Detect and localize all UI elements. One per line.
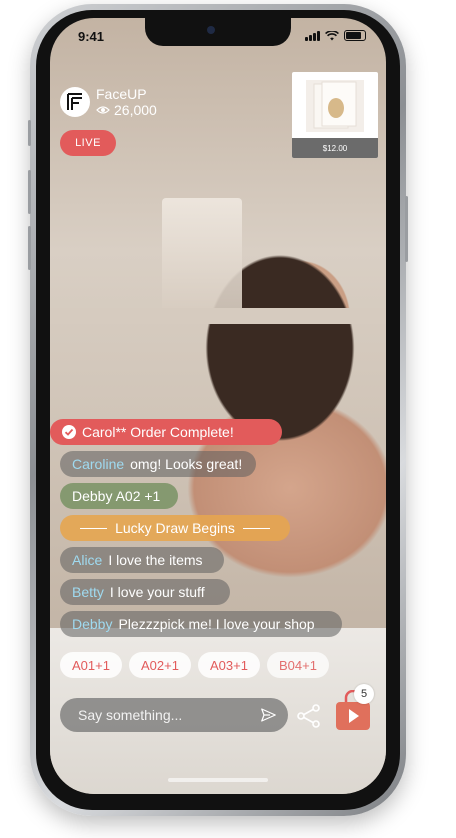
lucky-line-left bbox=[80, 527, 108, 529]
chat-message-text: omg! Looks great! bbox=[130, 456, 243, 472]
channel-logo[interactable] bbox=[60, 87, 90, 117]
wifi-icon bbox=[325, 30, 339, 40]
live-stream-screen: 9:41 FaceUP 26,000 LIVE $12.00 Carol** O… bbox=[50, 18, 386, 794]
status-time: 9:41 bbox=[78, 29, 105, 44]
cart-count-badge: 5 bbox=[354, 684, 374, 704]
channel-header[interactable]: FaceUP 26,000 bbox=[60, 86, 157, 118]
notch bbox=[145, 18, 291, 46]
chat-message-text: Plezzzpick me! I love your shop bbox=[118, 616, 315, 632]
background-shelf bbox=[50, 308, 386, 324]
quick-reply-b04[interactable]: B04+1 bbox=[267, 652, 329, 678]
lucky-line-right bbox=[242, 527, 270, 529]
chat-message-text: Debby A02 +1 bbox=[72, 488, 161, 504]
chat-order-notice: Carol** Order Complete! bbox=[50, 419, 282, 445]
chat-message-text: Carol** Order Complete! bbox=[82, 424, 234, 440]
chat-input[interactable] bbox=[76, 706, 261, 724]
chat-message: Caroline omg! Looks great! bbox=[60, 451, 256, 477]
chat-composer[interactable] bbox=[60, 698, 288, 732]
send-icon[interactable] bbox=[261, 706, 276, 724]
chat-username: Alice bbox=[72, 552, 103, 568]
quick-reply-a02[interactable]: A02+1 bbox=[129, 652, 191, 678]
side-button-volume-down bbox=[28, 226, 31, 270]
quick-reply-a03[interactable]: A03+1 bbox=[198, 652, 260, 678]
front-camera bbox=[207, 26, 215, 34]
chat-message: Alice I love the items bbox=[60, 547, 224, 573]
side-button-volume-up bbox=[28, 170, 31, 214]
faceup-logo-icon bbox=[67, 93, 82, 110]
product-price: $12.00 bbox=[292, 138, 378, 158]
chat-message-highlight: Debby A02 +1 bbox=[60, 483, 178, 509]
battery-icon bbox=[344, 30, 366, 41]
side-button-silent bbox=[28, 120, 31, 146]
lucky-draw-banner: Lucky Draw Begins bbox=[60, 515, 290, 541]
chat-message: Debby Plezzzpick me! I love your shop bbox=[60, 611, 342, 637]
chat-message-text: I love the items bbox=[108, 552, 203, 568]
chat-username: Caroline bbox=[72, 456, 125, 472]
lucky-draw-text: Lucky Draw Begins bbox=[115, 520, 235, 536]
home-indicator[interactable] bbox=[168, 778, 268, 782]
channel-name: FaceUP bbox=[96, 86, 147, 102]
chat-username: Betty bbox=[72, 584, 104, 600]
live-badge: LIVE bbox=[60, 130, 116, 156]
eye-icon bbox=[96, 106, 110, 114]
viewer-count: 26,000 bbox=[96, 102, 157, 118]
background-range-hood bbox=[162, 198, 242, 308]
chat-message: Betty I love your stuff bbox=[60, 579, 230, 605]
featured-product-card[interactable]: $12.00 bbox=[292, 72, 378, 158]
signal-icon bbox=[305, 30, 320, 41]
system-icons bbox=[305, 30, 366, 41]
chat-message-text: I love your stuff bbox=[109, 584, 205, 600]
quick-reply-a01[interactable]: A01+1 bbox=[60, 652, 122, 678]
side-button-power bbox=[405, 196, 408, 262]
product-image bbox=[306, 80, 364, 132]
check-circle-icon bbox=[62, 425, 76, 439]
chat-username: Debby bbox=[72, 616, 113, 632]
share-icon[interactable] bbox=[296, 704, 322, 728]
viewer-count-value: 26,000 bbox=[114, 102, 157, 118]
